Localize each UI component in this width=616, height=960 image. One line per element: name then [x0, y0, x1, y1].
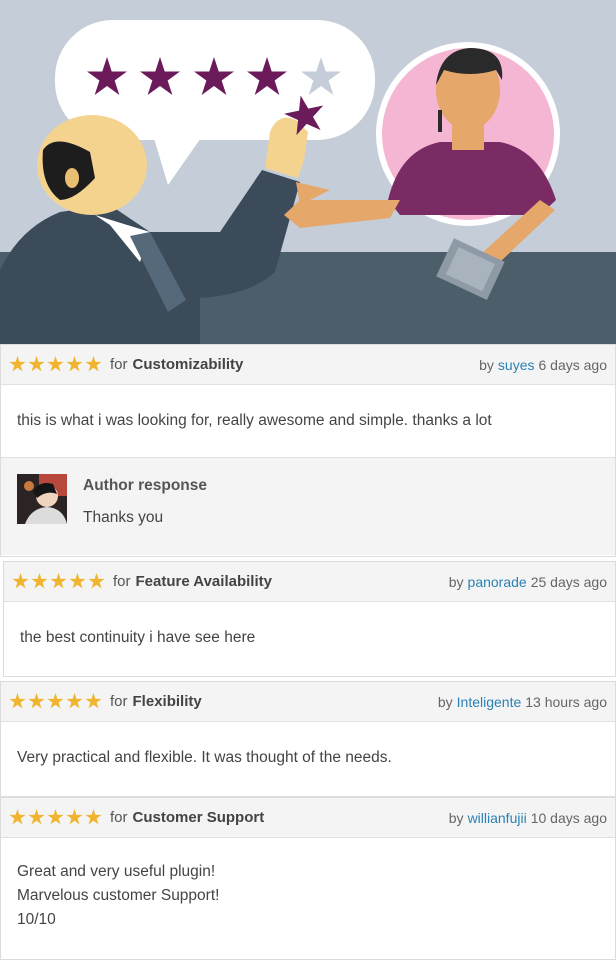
- for-label: for: [110, 356, 128, 373]
- star-rating: [9, 809, 102, 826]
- star-icon: [50, 573, 67, 589]
- star-icon: [28, 809, 45, 825]
- star-icon: [47, 809, 64, 825]
- star-icon: [69, 573, 86, 589]
- star-icon: [66, 356, 83, 372]
- author-response-content: Author response Thanks you: [83, 474, 207, 539]
- star-icon: [47, 693, 64, 709]
- star-rating: [9, 693, 102, 710]
- reviewer-link[interactable]: willianfujii: [468, 810, 527, 826]
- star-icon: [88, 573, 105, 589]
- for-label: for: [110, 809, 128, 826]
- review-body: Great and very useful plugin! Marvelous …: [1, 838, 615, 932]
- by-label: by: [448, 573, 464, 590]
- review-card: for Flexibility by Inteligente 13 hours …: [0, 681, 616, 797]
- review-header: for Flexibility by Inteligente 13 hours …: [1, 682, 615, 722]
- review-header: for Feature Availability by panorade 25 …: [4, 562, 615, 602]
- star-icon: [66, 809, 83, 825]
- review-time: 6 days ago: [538, 356, 608, 373]
- review-body: this is what i was looking for, really a…: [1, 385, 615, 457]
- review-byline: by Inteligente 13 hours ago: [438, 694, 607, 710]
- review-category: Feature Availability: [135, 573, 272, 590]
- star-icon: [85, 693, 102, 709]
- author-response-title: Author response: [83, 477, 208, 494]
- review-card: for Customer Support by willianfujii 10 …: [0, 797, 616, 960]
- star-icon: [28, 693, 45, 709]
- for-label: for: [113, 573, 131, 590]
- reviewer-link[interactable]: panorade: [468, 574, 527, 590]
- star-rating: [9, 356, 102, 373]
- star-icon: [9, 809, 26, 825]
- review-card: for Feature Availability by panorade 25 …: [3, 561, 616, 677]
- review-card: for Customizability by suyes 6 days ago …: [0, 344, 616, 557]
- author-avatar: [17, 474, 67, 524]
- review-time: 10 days ago: [530, 809, 607, 826]
- by-label: by: [437, 693, 453, 710]
- star-icon: [85, 809, 102, 825]
- author-response: Author response Thanks you: [1, 457, 615, 555]
- review-header: for Customizability by suyes 6 days ago: [1, 345, 615, 385]
- star-icon: [12, 573, 29, 589]
- hero-illustration: [0, 0, 616, 344]
- star-icon: [28, 356, 45, 372]
- review-header: for Customer Support by willianfujii 10 …: [1, 798, 615, 838]
- review-byline: by willianfujii 10 days ago: [449, 810, 607, 826]
- review-text-line: Great and very useful plugin!: [17, 863, 216, 880]
- star-icon: [47, 356, 64, 372]
- review-category: Customer Support: [132, 809, 265, 826]
- reviewer-link[interactable]: suyes: [498, 357, 535, 373]
- review-time: 25 days ago: [530, 573, 607, 590]
- hero-svg: [0, 0, 616, 344]
- star-icon: [9, 356, 26, 372]
- star-rating: [12, 573, 105, 590]
- review-text: this is what i was looking for, really a…: [17, 412, 492, 429]
- review-category: Flexibility: [132, 693, 202, 710]
- author-response-text: Thanks you: [83, 509, 164, 526]
- review-byline: by panorade 25 days ago: [449, 574, 607, 590]
- star-icon: [9, 693, 26, 709]
- review-text-line: Marvelous customer Support!: [17, 887, 220, 904]
- reviewer-link[interactable]: Inteligente: [457, 694, 522, 710]
- review-byline: by suyes 6 days ago: [479, 357, 607, 373]
- review-time: 13 hours ago: [525, 693, 607, 710]
- review-text-line: 10/10: [17, 911, 56, 928]
- review-body: the best continuity i have see here: [4, 602, 615, 674]
- by-label: by: [479, 356, 494, 373]
- review-text: the best continuity i have see here: [20, 629, 256, 646]
- star-icon: [31, 573, 48, 589]
- review-category: Customizability: [132, 356, 244, 373]
- for-label: for: [110, 693, 128, 710]
- by-label: by: [448, 809, 464, 826]
- star-icon: [66, 693, 83, 709]
- review-text: Very practical and flexible. It was thou…: [17, 749, 392, 766]
- review-body: Very practical and flexible. It was thou…: [1, 722, 615, 794]
- star-icon: [85, 356, 102, 372]
